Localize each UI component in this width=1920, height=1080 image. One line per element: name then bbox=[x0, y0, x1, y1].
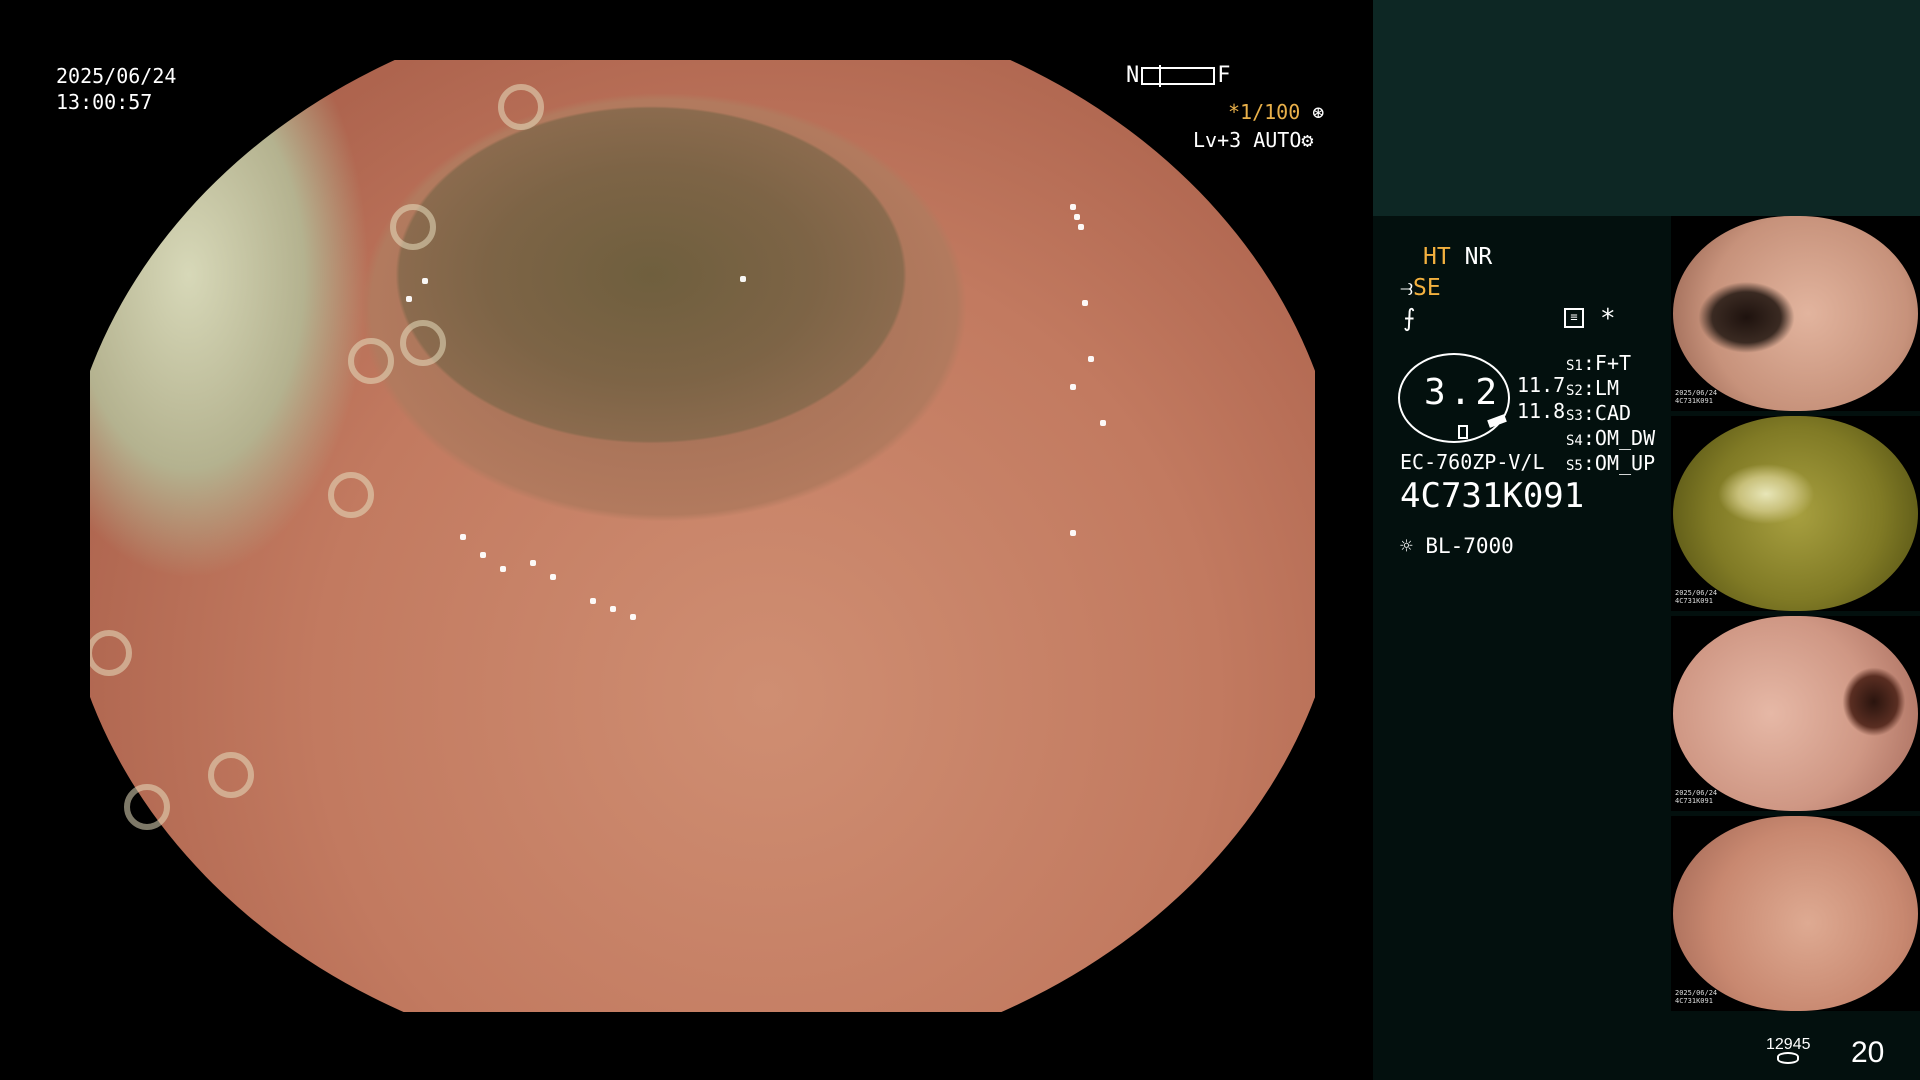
specular-highlight bbox=[1088, 356, 1094, 362]
structure-enhance-icon: ⥽ bbox=[1400, 275, 1413, 301]
capture-thumbnail[interactable]: 2025/06/24 4C731K091 bbox=[1671, 416, 1920, 611]
specular-highlight bbox=[1070, 384, 1076, 390]
scope-model: EC-760ZP-V/L bbox=[1400, 450, 1545, 474]
specular-highlight bbox=[740, 276, 746, 282]
specular-highlight bbox=[422, 278, 428, 284]
thumbnail-image bbox=[1673, 216, 1918, 411]
thumbnail-image bbox=[1673, 416, 1918, 611]
bubble bbox=[86, 630, 132, 676]
bubble bbox=[498, 84, 544, 130]
thumbnail-label: 2025/06/24 4C731K091 bbox=[1675, 789, 1718, 805]
insertion-gauge: 3.2 bbox=[1398, 353, 1510, 443]
far-label: F bbox=[1217, 63, 1231, 88]
capture-thumbnail[interactable]: 2025/06/24 4C731K091 bbox=[1671, 616, 1920, 811]
specular-highlight bbox=[610, 606, 616, 612]
specular-highlight bbox=[1078, 224, 1084, 230]
setting-s5: S5:OM_UP bbox=[1566, 451, 1656, 475]
near-label: N bbox=[1126, 63, 1140, 88]
gauge-marker bbox=[1458, 425, 1468, 439]
level-value: Lv+3 bbox=[1193, 128, 1242, 152]
specular-highlight bbox=[500, 566, 506, 572]
endoscope-image bbox=[30, 0, 1315, 1080]
specular-highlight bbox=[1070, 530, 1076, 536]
specular-highlight bbox=[590, 598, 596, 604]
capture-thumbnail[interactable]: 2025/06/24 4C731K091 bbox=[1671, 216, 1920, 411]
scope-mask bbox=[30, 0, 90, 1080]
exam-time: 13:00:57 bbox=[56, 90, 153, 114]
filter-icon: ⨍ bbox=[1403, 304, 1416, 332]
focus-bar bbox=[1141, 65, 1216, 87]
scope-serial: 4C731K091 bbox=[1400, 476, 1585, 516]
thumbnail-image bbox=[1673, 616, 1918, 811]
setting-s1: S1:F+T bbox=[1566, 351, 1632, 375]
specular-highlight bbox=[480, 552, 486, 558]
se-label: SE bbox=[1412, 275, 1441, 301]
nr-label: NR bbox=[1464, 244, 1493, 270]
brightness-level: Lv+3 AUTO⚙ bbox=[1193, 128, 1313, 152]
specular-highlight bbox=[1074, 214, 1080, 220]
specular-highlight bbox=[1100, 420, 1106, 426]
bubble bbox=[328, 472, 374, 518]
exam-date: 2025/06/24 bbox=[56, 64, 177, 88]
lamp-icon: ☼ bbox=[1400, 534, 1413, 558]
near-far-indicator: NF bbox=[1126, 64, 1231, 88]
gauge-value: 3.2 bbox=[1424, 372, 1502, 413]
specular-highlight bbox=[406, 296, 412, 302]
thumbnail-label: 2025/06/24 4C731K091 bbox=[1675, 389, 1718, 405]
specular-highlight bbox=[460, 534, 466, 540]
setting-s3: S3:CAD bbox=[1566, 401, 1632, 425]
capture-number: 20 bbox=[1851, 1036, 1885, 1069]
thumbnail-label: 2025/06/24 4C731K091 bbox=[1675, 589, 1718, 605]
thumbnail-label: 2025/06/24 4C731K091 bbox=[1675, 989, 1718, 1005]
bubble bbox=[390, 204, 436, 250]
endoscope-viewport: 2025/06/24 13:00:57 NF *1/100 ⊛ Lv+3 AUT… bbox=[0, 0, 1373, 1080]
star-indicator: * bbox=[1600, 304, 1616, 334]
specular-highlight bbox=[1082, 300, 1088, 306]
mode-value: AUTO bbox=[1253, 128, 1302, 152]
bubble bbox=[348, 338, 394, 384]
zoom-indicator: *1/100 ⊛ bbox=[1228, 100, 1324, 124]
thumbnail-image bbox=[1673, 816, 1918, 1011]
lamp-model: BL-7000 bbox=[1425, 534, 1514, 558]
specular-highlight bbox=[630, 614, 636, 620]
specular-highlight bbox=[550, 574, 556, 580]
bubble bbox=[208, 752, 254, 798]
monitor-icon: ≡ bbox=[1564, 308, 1584, 328]
specular-highlight bbox=[1070, 204, 1076, 210]
specular-highlight bbox=[530, 560, 536, 566]
image-mode: HT NR bbox=[1423, 244, 1492, 270]
database-icon bbox=[1777, 1052, 1799, 1064]
zoom-value: *1/100 bbox=[1228, 100, 1301, 124]
capture-thumbnail[interactable]: 2025/06/24 4C731K091 bbox=[1671, 816, 1920, 1011]
bubble bbox=[124, 784, 170, 830]
reading-2: 11.8 bbox=[1517, 399, 1566, 423]
colon-lumen-view bbox=[60, 60, 1315, 1012]
gear-icon: ⚙ bbox=[1301, 128, 1314, 152]
setting-s2: S2:LM bbox=[1566, 376, 1619, 400]
aperture-icon: ⊛ bbox=[1312, 100, 1325, 124]
setting-s4: S4:OM_DW bbox=[1566, 426, 1656, 450]
reading-1: 11.7 bbox=[1517, 373, 1566, 397]
bubble bbox=[400, 320, 446, 366]
light-source: ☼ BL-7000 bbox=[1400, 533, 1514, 559]
status-panel-header bbox=[1373, 0, 1920, 216]
structure-enhance: ⥽SE bbox=[1400, 275, 1441, 301]
ht-label: HT bbox=[1423, 244, 1451, 270]
